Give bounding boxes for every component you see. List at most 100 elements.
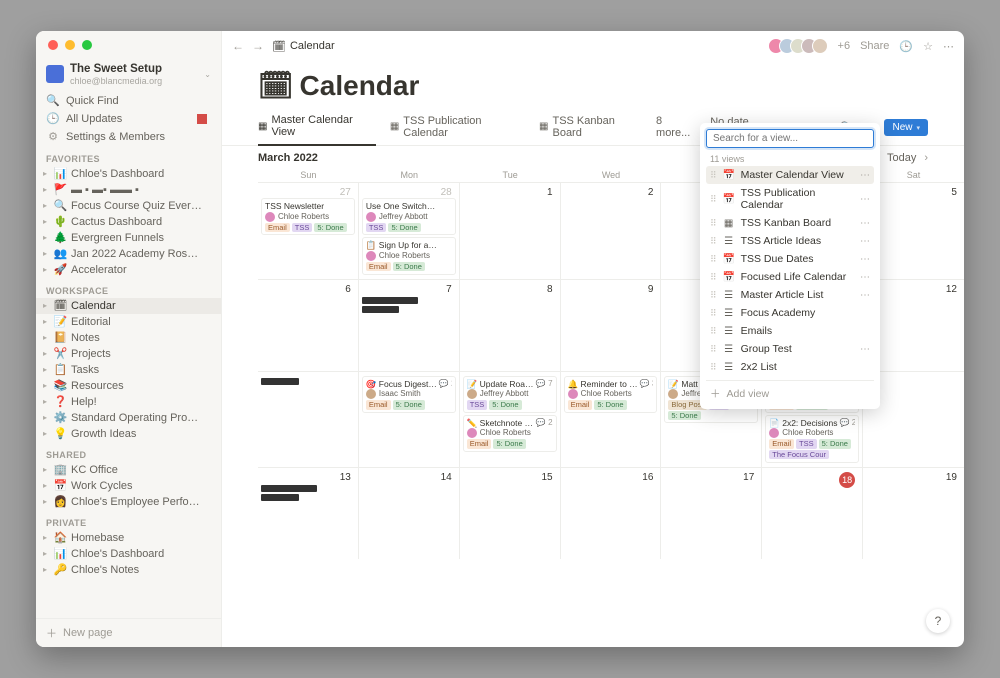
sidebar-item-tasks[interactable]: ▸📋Tasks (36, 362, 221, 378)
maximize-window[interactable] (82, 40, 92, 50)
sidebar-item-standard-operating-pro-[interactable]: ▸⚙️Standard Operating Pro… (36, 410, 221, 426)
view-option-tss-due-dates[interactable]: ⠿📅TSS Due Dates⋯ (706, 250, 874, 268)
more-views[interactable]: 8 more... (656, 111, 698, 145)
sidebar-item-cactus-dashboard[interactable]: ▸🌵Cactus Dashboard (36, 214, 221, 230)
sidebar-quick-find[interactable]: 🔍Quick Find (36, 92, 221, 110)
view-option-group-test[interactable]: ⠿☰Group Test⋯ (706, 340, 874, 358)
sidebar-item-resources[interactable]: ▸📚Resources (36, 378, 221, 394)
calendar-cell[interactable]: 9 (561, 279, 662, 371)
sidebar-item-homebase[interactable]: ▸🏠Homebase (36, 530, 221, 546)
view-option-focus-academy[interactable]: ⠿☰Focus Academy (706, 304, 874, 322)
view-tab-tss-kanban-board[interactable]: ▦TSS Kanban Board (539, 110, 644, 145)
sidebar-item-work-cycles[interactable]: ▸📅Work Cycles (36, 478, 221, 494)
today-button[interactable]: Today (887, 152, 916, 164)
back-icon[interactable]: ← (232, 39, 244, 53)
workspace-switcher[interactable]: The Sweet Setup chloe@blancmedia.org ⌄ (36, 59, 221, 92)
calendar-cell[interactable] (258, 371, 359, 467)
sidebar-item-accelerator[interactable]: ▸🚀Accelerator (36, 262, 221, 278)
calendar-cell[interactable]: 27 TSS Newsletter Chloe Roberts EmailTSS… (258, 182, 359, 279)
view-option-emails[interactable]: ⠿☰Emails (706, 322, 874, 340)
more-icon[interactable]: ⋯ (860, 254, 870, 265)
calendar-cell[interactable]: 15 (460, 467, 561, 559)
calendar-event[interactable]: 🎯 Focus Digest…💬 2 Isaac Smith Email5: D… (362, 376, 456, 413)
drag-handle-icon[interactable]: ⠿ (710, 272, 717, 283)
calendar-cell[interactable]: 2 (561, 182, 662, 279)
view-option-tss-article-ideas[interactable]: ⠿☰TSS Article Ideas⋯ (706, 232, 874, 250)
view-tab-master-calendar-view[interactable]: ▦Master Calendar View (258, 110, 376, 146)
sidebar-item-focus-course-quiz-ever-[interactable]: ▸🔍Focus Course Quiz Ever… (36, 198, 221, 214)
sidebar-item-kc-office[interactable]: ▸🏢KC Office (36, 462, 221, 478)
more-icon[interactable]: ⋯ (943, 40, 954, 53)
calendar-cell[interactable]: 28 Use One Switch… Jeffrey Abbott TSS5: … (359, 182, 460, 279)
more-icon[interactable]: ⋯ (860, 272, 870, 283)
new-page-button[interactable]: ＋ New page (36, 618, 221, 647)
sidebar-item--[interactable]: ▸🚩▬ ▪ ▬▪ ▬▬ ▪ (36, 182, 221, 198)
sidebar-item-chloe-s-employee-perfo-[interactable]: ▸👩Chloe's Employee Perfo… (36, 494, 221, 510)
drag-handle-icon[interactable]: ⠿ (710, 170, 717, 181)
drag-handle-icon[interactable]: ⠿ (710, 362, 717, 373)
view-option-focused-life-calendar[interactable]: ⠿📅Focused Life Calendar⋯ (706, 268, 874, 286)
drag-handle-icon[interactable]: ⠿ (710, 326, 717, 337)
calendar-cell[interactable]: 7 (359, 279, 460, 371)
calendar-cell[interactable]: 1 (460, 182, 561, 279)
calendar-event[interactable]: 🔔 Reminder to …💬 3 Chloe Roberts Email5:… (564, 376, 658, 413)
view-option-master-calendar-view[interactable]: ⠿📅Master Calendar View⋯ (706, 166, 874, 184)
calendar-cell[interactable]: 🎯 Focus Digest…💬 2 Isaac Smith Email5: D… (359, 371, 460, 467)
more-members[interactable]: +6 (838, 40, 851, 52)
sidebar-item-projects[interactable]: ▸✂️Projects (36, 346, 221, 362)
favorite-icon[interactable]: ☆ (923, 40, 933, 53)
calendar-cell[interactable]: 8 (460, 279, 561, 371)
breadcrumb[interactable]: 🗓 Calendar (272, 40, 335, 53)
view-option-master-article-list[interactable]: ⠿☰Master Article List⋯ (706, 286, 874, 304)
drag-handle-icon[interactable]: ⠿ (710, 254, 717, 265)
view-option-tss-kanban-board[interactable]: ⠿▦TSS Kanban Board⋯ (706, 214, 874, 232)
calendar-event[interactable]: Use One Switch… Jeffrey Abbott TSS5: Don… (362, 198, 456, 235)
new-button[interactable]: New▾ (884, 119, 928, 136)
updates-icon[interactable]: 🕒 (899, 40, 913, 53)
calendar-event[interactable]: ✏️ Sketchnote …💬 2 Chloe Roberts Email5:… (463, 415, 557, 452)
next-month-icon[interactable]: › (924, 152, 928, 164)
calendar-cell[interactable]: 17 (661, 467, 762, 559)
forward-icon[interactable]: → (252, 39, 264, 53)
drag-handle-icon[interactable]: ⠿ (710, 236, 717, 247)
calendar-cell[interactable]: 6 (258, 279, 359, 371)
more-icon[interactable]: ⋯ (860, 218, 870, 229)
share-button[interactable]: Share (860, 40, 889, 52)
calendar-event[interactable]: 📄 2x2: Decisions💬 2 Chloe Roberts EmailT… (765, 415, 859, 463)
drag-handle-icon[interactable]: ⠿ (710, 218, 717, 229)
more-icon[interactable]: ⋯ (860, 194, 870, 205)
calendar-cell[interactable]: 13 (258, 467, 359, 559)
view-option-2x2-list[interactable]: ⠿☰2x2 List (706, 358, 874, 376)
view-tab-tss-publication-calendar[interactable]: ▦TSS Publication Calendar (390, 110, 525, 145)
sidebar-item-chloe-s-dashboard[interactable]: ▸📊Chloe's Dashboard (36, 166, 221, 182)
more-icon[interactable]: ⋯ (860, 290, 870, 301)
calendar-event[interactable]: 📋 Sign Up for a… Chloe Roberts Email5: D… (362, 237, 456, 274)
calendar-cell[interactable]: 19 (863, 467, 964, 559)
sidebar-item-calendar[interactable]: ▸🗓Calendar (36, 298, 221, 314)
help-button[interactable]: ? (926, 609, 950, 633)
calendar-cell[interactable]: 🔔 Reminder to …💬 3 Chloe Roberts Email5:… (561, 371, 662, 467)
sidebar-item-evergreen-funnels[interactable]: ▸🌲Evergreen Funnels (36, 230, 221, 246)
calendar-cell[interactable]: 18 (762, 467, 863, 559)
sidebar-item-editorial[interactable]: ▸📝Editorial (36, 314, 221, 330)
drag-handle-icon[interactable]: ⠿ (710, 290, 717, 301)
sidebar-settings-members[interactable]: ⚙Settings & Members (36, 128, 221, 146)
more-icon[interactable]: ⋯ (860, 170, 870, 181)
close-window[interactable] (48, 40, 58, 50)
view-option-tss-publication-calendar[interactable]: ⠿📅TSS Publication Calendar⋯ (706, 184, 874, 214)
sidebar-item-chloe-s-dashboard[interactable]: ▸📊Chloe's Dashboard (36, 546, 221, 562)
calendar-cell[interactable]: 📝 Update Roa…💬 7 Jeffrey Abbott TSS5: Do… (460, 371, 561, 467)
calendar-cell[interactable]: 16 (561, 467, 662, 559)
drag-handle-icon[interactable]: ⠿ (710, 344, 717, 355)
calendar-cell[interactable]: 14 (359, 467, 460, 559)
sidebar-item-growth-ideas[interactable]: ▸💡Growth Ideas (36, 426, 221, 442)
sidebar-item-chloe-s-notes[interactable]: ▸🔑Chloe's Notes (36, 562, 221, 578)
sidebar-item-help-[interactable]: ▸❓Help! (36, 394, 221, 410)
calendar-event[interactable]: TSS Newsletter Chloe Roberts EmailTSS5: … (261, 198, 355, 235)
sidebar-all-updates[interactable]: 🕒All Updates (36, 110, 221, 128)
drag-handle-icon[interactable]: ⠿ (710, 308, 717, 319)
view-search-input[interactable] (706, 129, 874, 148)
calendar-event[interactable]: 📝 Update Roa…💬 7 Jeffrey Abbott TSS5: Do… (463, 376, 557, 413)
member-avatars[interactable] (768, 38, 828, 54)
drag-handle-icon[interactable]: ⠿ (710, 194, 717, 205)
